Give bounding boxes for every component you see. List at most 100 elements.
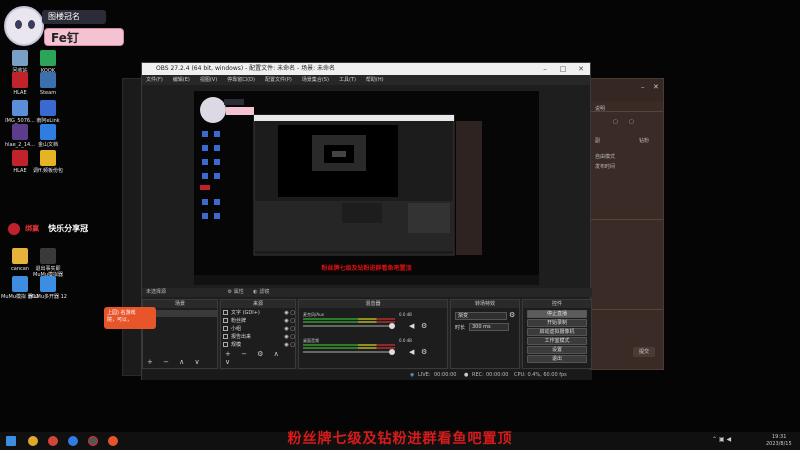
scenes-footer-buttons[interactable]: + − ∧ ∨: [147, 358, 204, 366]
speaker-icon[interactable]: ◀: [409, 348, 414, 356]
minimize-icon[interactable]: –: [536, 63, 554, 75]
visibility-lock-icons[interactable]: ◉ ▢: [284, 318, 295, 325]
gift-red-label: 绑赢: [25, 224, 40, 233]
tab-fu[interactable]: 副: [595, 137, 600, 144]
transitions-title: 转场特效: [451, 300, 519, 308]
desktop-icon[interactable]: 调ff.频板份包: [28, 150, 68, 174]
source-item[interactable]: 小组 ◉ ▢: [223, 326, 295, 333]
desktop-icon-label: MuMu多开器 12: [29, 294, 67, 300]
source-item[interactable]: 报告出来 ◉ ▢: [223, 334, 295, 341]
properties-button[interactable]: 属性: [234, 289, 244, 295]
obs-preview[interactable]: 粉丝牌七级及钻粉进群看鱼吧置顶: [194, 91, 539, 285]
gear-icon[interactable]: ⚙: [228, 289, 232, 295]
live-icon: ◉: [410, 372, 415, 378]
app-icon: [12, 50, 28, 66]
desktop-icon[interactable]: 南阿eLink: [28, 100, 68, 124]
preview-canvas: [194, 91, 539, 285]
obs-status-bar: ◉ LIVE: 00:00:00 ● REC: 00:00:00 CPU: 0.…: [142, 370, 592, 380]
tab-diamond-fans[interactable]: 钻粉: [639, 137, 649, 144]
live-time: 00:00:00: [434, 372, 457, 378]
transition-select[interactable]: 渐变: [455, 312, 507, 320]
control-button[interactable]: 停止直播: [527, 310, 587, 318]
edit-icon: ▢: [629, 119, 634, 125]
desktop-icon[interactable]: 金山文档: [28, 124, 68, 148]
desktop-icon[interactable]: 退出事实即 MuMu模拟器: [28, 248, 68, 278]
lock-icon: ▢: [613, 119, 618, 125]
sources-footer-buttons[interactable]: + − ⚙ ∧ ∨: [225, 350, 295, 366]
volume-meter: [303, 318, 395, 320]
volume-meter: [303, 347, 395, 349]
no-source-label: 未选择源: [146, 289, 167, 295]
gift-icon: [8, 222, 20, 235]
visibility-lock-icons[interactable]: ◉ ▢: [284, 326, 295, 333]
control-button[interactable]: 开始录制: [527, 319, 587, 327]
menu-item[interactable]: 停靠窗口(D): [227, 77, 255, 83]
control-button[interactable]: 启动虚拟摄像机: [527, 328, 587, 336]
close-icon[interactable]: ✕: [572, 63, 590, 75]
menu-item[interactable]: 工具(T): [339, 77, 356, 83]
gift-brand-label: 快乐分享冠: [48, 224, 89, 233]
volume-slider[interactable]: [303, 349, 395, 355]
menu-item[interactable]: 场景集合(S): [302, 77, 329, 83]
mixer-track[interactable]: 麦克风/Aux 0.0 dB ◀ ⚙: [303, 312, 427, 332]
notification-popup[interactable]: 上园) 名游戏 院，可以，: [104, 307, 156, 329]
volume-meter: [303, 321, 395, 323]
source-label: 文字 (GDI+): [231, 310, 260, 316]
app-icon: [40, 72, 56, 88]
menu-item[interactable]: 配置文件(P): [265, 77, 292, 83]
gear-icon[interactable]: ⚙: [509, 311, 515, 319]
notification-line-1: 上园) 名游戏: [107, 310, 136, 316]
control-button[interactable]: 设置: [527, 346, 587, 354]
desktop-icon[interactable]: Steam: [28, 72, 68, 96]
menu-item[interactable]: 帮助(H): [366, 77, 384, 83]
text-source-icon: [223, 326, 228, 331]
filters-button[interactable]: 滤镜: [259, 289, 269, 295]
obs-docks: 场景 场景 + − ∧ ∨ 来源 文字 (GDI+)◉ ▢粉丝牌◉ ▢小组◉ ▢…: [142, 299, 592, 369]
background-window-right[interactable]: – ✕ 说明 ▢ ▢ 副 钻粉 自由模式 发布时间 提交: [582, 78, 664, 370]
source-item[interactable]: 粉丝牌 ◉ ▢: [223, 318, 295, 325]
gift-logo: 绑赢 快乐分享冠: [8, 218, 108, 235]
gear-icon[interactable]: ⚙: [421, 348, 427, 356]
anime-avatar: [4, 6, 44, 46]
text-source-icon: [223, 310, 228, 315]
submit-button[interactable]: 提交: [633, 347, 655, 357]
visibility-lock-icons[interactable]: ◉ ▢: [284, 342, 295, 349]
app-icon: [12, 150, 28, 166]
speaker-icon[interactable]: ◀: [409, 322, 414, 330]
desktop-icon[interactable]: KOOK: [28, 50, 68, 74]
background-window-left: [122, 78, 142, 376]
desktop-icon-label: 金山文档: [37, 142, 58, 148]
gear-icon[interactable]: ⚙: [421, 322, 427, 330]
duration-input[interactable]: 300 ms: [469, 323, 509, 331]
desktop-icon[interactable]: MuMu多开器 12: [28, 276, 68, 300]
app-icon: [12, 248, 28, 264]
app-icon: [12, 276, 28, 292]
menu-item[interactable]: 视图(V): [200, 77, 217, 83]
app-icon: [40, 150, 56, 166]
visibility-lock-icons[interactable]: ◉ ▢: [284, 334, 295, 341]
obs-window[interactable]: OBS 27.2.4 (64 bit, windows) - 配置文件: 未命名…: [141, 62, 592, 380]
sources-title: 来源: [221, 300, 295, 308]
mixer-track[interactable]: 桌面音频 0.0 dB ◀ ⚙: [303, 338, 427, 358]
control-button[interactable]: 退出: [527, 355, 587, 363]
filter-icon[interactable]: ◐: [253, 289, 257, 295]
source-label: 小组: [231, 326, 242, 332]
source-item[interactable]: 规模 ◉ ▢: [223, 342, 295, 349]
right-tab-label: 说明: [595, 106, 606, 112]
menu-item[interactable]: 文件(F): [146, 77, 163, 83]
control-button[interactable]: 工作室模式: [527, 337, 587, 345]
menu-item[interactable]: 编辑(E): [173, 77, 190, 83]
rec-label: REC:: [472, 372, 484, 378]
maximize-icon[interactable]: □: [554, 63, 572, 75]
source-label: 规模: [231, 342, 242, 348]
preview-caption: 粉丝牌七级及钻粉进群看鱼吧置顶: [321, 265, 412, 272]
visibility-lock-icons[interactable]: ◉ ▢: [284, 310, 295, 317]
close-icon[interactable]: ✕: [653, 83, 659, 91]
minimize-icon[interactable]: –: [641, 83, 645, 91]
source-item[interactable]: 文字 (GDI+) ◉ ▢: [223, 310, 295, 317]
source-label: 报告出来: [231, 334, 252, 340]
notification-line-2: 院，可以，: [107, 317, 133, 323]
track-db: 0.0 dB: [399, 338, 412, 343]
duration-label: 时长: [455, 325, 466, 331]
volume-slider[interactable]: [303, 323, 395, 329]
